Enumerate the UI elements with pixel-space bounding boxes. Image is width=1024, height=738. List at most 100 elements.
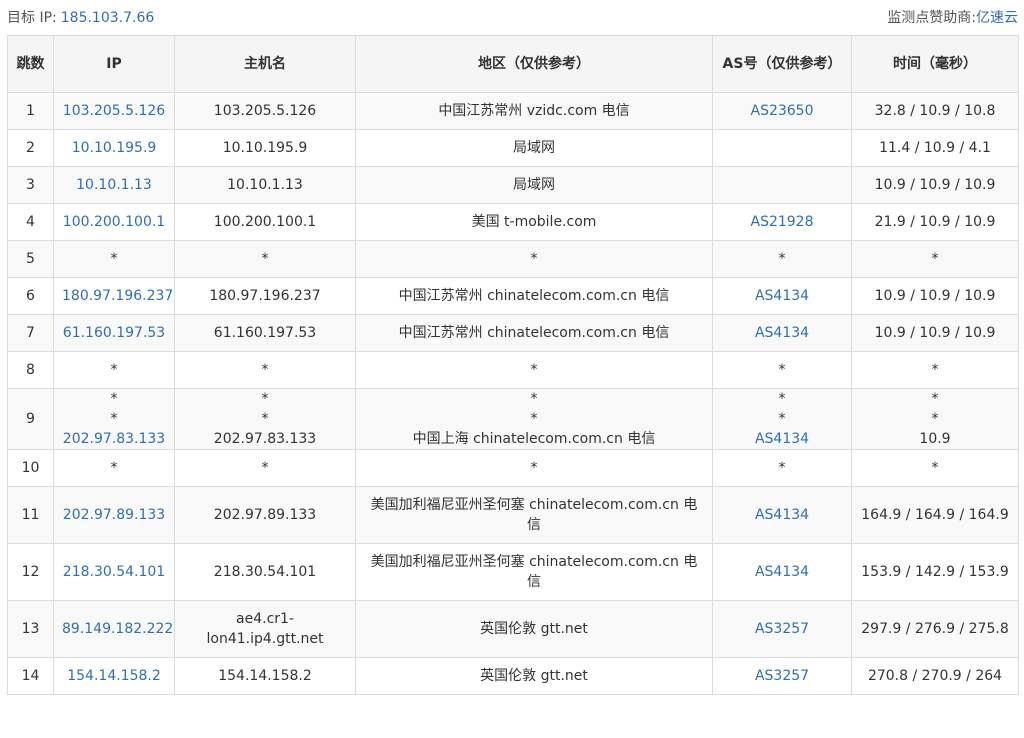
hop-cell: 1 [7,92,54,130]
hop-cell: 5 [7,240,54,278]
table-row: 11 202.97.89.133 202.97.89.133 美国加利福尼亚州圣何塞 … [7,486,1019,544]
region-cell: * [355,240,713,278]
hop-cell: 10 [7,449,54,487]
hop-cell-text: 14 [21,668,40,684]
hostname-cell: * [174,351,356,389]
hostname-cell: 180.97.196.237 [174,277,356,315]
ip-cell-text[interactable]: 100.200.100.1 [63,214,165,230]
target-ip-label: 目标 IP: [7,10,57,26]
table-row: 7 61.160.197.53 61.160.197.53 中国江苏常州 chinat… [7,314,1019,352]
hop-cell-text: 13 [21,621,40,637]
time-cell-text: 21.9 / 10.9 / 10.9 [874,214,996,230]
ip-cell: * [53,449,175,487]
as-cell-text[interactable]: AS4134 [755,507,809,523]
hostname-cell-text: * [261,362,269,378]
hop-cell: 2 [7,129,54,167]
ip-cell: 202.97.89.133 [53,486,175,544]
hostname-cell-text: 10.10.1.13 [227,177,303,193]
as-cell-text[interactable]: AS4134 [755,288,809,304]
as-cell-text[interactable]: AS23650 [751,103,814,119]
hostname-cell: 61.160.197.53 [174,314,356,352]
region-cell-text: 中国江苏常州 chinatelecom.com.cn 电信 [398,325,670,341]
region-cell-text: * [530,251,538,267]
table-row: 2 10.10.195.9 10.10.195.9 局域网 11.4 / 10.9 / … [7,129,1019,167]
time-cell-text: 10.9 / 10.9 / 10.9 [874,177,996,193]
table-row: 12 218.30.54.101 218.30.54.101 美国加利福尼亚州圣何塞 … [7,543,1019,601]
time-cell: * [851,449,1019,487]
hostname-cell: 202.97.89.133 [174,486,356,544]
hostname-cell: 100.200.100.1 [174,203,356,241]
ip-cell-text[interactable]: 154.14.158.2 [67,668,161,684]
as-cell-line: * [778,391,786,407]
ip-cell-text[interactable]: 10.10.195.9 [72,140,157,156]
hostname-cell-text: * [261,460,269,476]
hostname-cell-text: 154.14.158.2 [218,668,312,684]
as-cell-text: * [778,251,786,267]
region-cell-text: 英国伦敦 gtt.net [480,668,588,684]
sponsor-link[interactable]: 亿速云 [976,10,1018,26]
table-row: 10 * * * * * [7,449,1019,487]
hostname-cell: 154.14.158.2 [174,657,356,695]
hop-cell-text: 6 [26,288,35,304]
ip-cell-text[interactable]: 103.205.5.126 [63,103,165,119]
ip-cell-text[interactable]: 180.97.196.237 [62,288,173,304]
ip-cell: 61.160.197.53 [53,314,175,352]
as-cell-line[interactable]: AS4134 [721,429,843,449]
as-cell: AS4134 [712,314,852,352]
region-cell-text: 中国江苏常州 vzidc.com 电信 [438,103,630,119]
table-header-row: 跳数 IP 主机名 地区（仅供参考） AS号（仅供参考） 时间（毫秒） [7,35,1019,93]
table-row: 3 10.10.1.13 10.10.1.13 局域网 10.9 / 10.9 / 10… [7,166,1019,204]
ip-cell-text[interactable]: 218.30.54.101 [63,564,165,580]
time-cell-text: 153.9 / 142.9 / 153.9 [861,564,1009,580]
hop-cell-text: 3 [26,177,35,193]
sponsor-label: 监测点赞助商: [887,10,976,26]
table-row: 6 180.97.196.237 180.97.196.237 中国江苏常州 chin… [7,277,1019,315]
hostname-cell: ae4.cr1-lon41.ip4.gtt.net [174,600,356,658]
region-cell: 美国 t-mobile.com [355,203,713,241]
hostname-cell: 10.10.195.9 [174,129,356,167]
hop-cell: 3 [7,166,54,204]
region-cell-text: 美国 t-mobile.com [471,214,597,230]
as-cell-text[interactable]: AS4134 [755,564,809,580]
hostname-cell-text: 202.97.89.133 [213,507,317,523]
region-cell-text: * [530,362,538,378]
as-cell-text[interactable]: AS4134 [755,325,809,341]
time-cell: 10.9 / 10.9 / 10.9 [851,314,1019,352]
time-cell-line: * [931,411,939,427]
as-cell-text[interactable]: AS3257 [755,668,809,684]
header-time: 时间（毫秒） [851,35,1019,93]
header-as: AS号（仅供参考） [712,35,852,93]
time-cell: * [851,240,1019,278]
ip-cell-text[interactable]: 202.97.89.133 [63,507,165,523]
hop-cell: 14 [7,657,54,695]
target-ip-value[interactable]: 185.103.7.66 [61,10,155,26]
ip-cell-text[interactable]: 89.149.182.222 [62,621,173,637]
hop-cell-text: 8 [26,362,35,378]
as-cell-text[interactable]: AS21928 [751,214,814,230]
ip-cell: 103.205.5.126 [53,92,175,130]
region-cell: 美国加利福尼亚州圣何塞 chinatelecom.com.cn 电信 [355,543,713,601]
as-cell-text[interactable]: AS3257 [755,621,809,637]
ip-cell: 10.10.195.9 [53,129,175,167]
hostname-cell-text: 100.200.100.1 [213,214,317,230]
region-cell: 中国江苏常州 chinatelecom.com.cn 电信 [355,277,713,315]
region-cell: 英国伦敦 gtt.net [355,657,713,695]
ip-cell-text[interactable]: 10.10.1.13 [76,177,152,193]
hop-cell: 11 [7,486,54,544]
ip-cell: 154.14.158.2 [53,657,175,695]
hop-cell: 12 [7,543,54,601]
time-cell-text: 10.9 / 10.9 / 10.9 [874,325,996,341]
time-cell-line: 10.9 [919,431,951,447]
time-cell: 10.9 / 10.9 / 10.9 [851,166,1019,204]
time-cell: * * 10.9 [851,388,1019,450]
ip-cell: 10.10.1.13 [53,166,175,204]
hostname-cell-text: 180.97.196.237 [209,288,321,304]
ip-cell-text[interactable]: 61.160.197.53 [63,325,165,341]
as-cell: AS4134 [712,486,852,544]
hostname-cell: 10.10.1.13 [174,166,356,204]
ip-cell-line[interactable]: 202.97.83.133 [62,429,166,449]
time-cell-text: 11.4 / 10.9 / 4.1 [879,140,991,156]
hop-cell: 8 [7,351,54,389]
hostname-cell: * [174,240,356,278]
as-cell: * [712,240,852,278]
